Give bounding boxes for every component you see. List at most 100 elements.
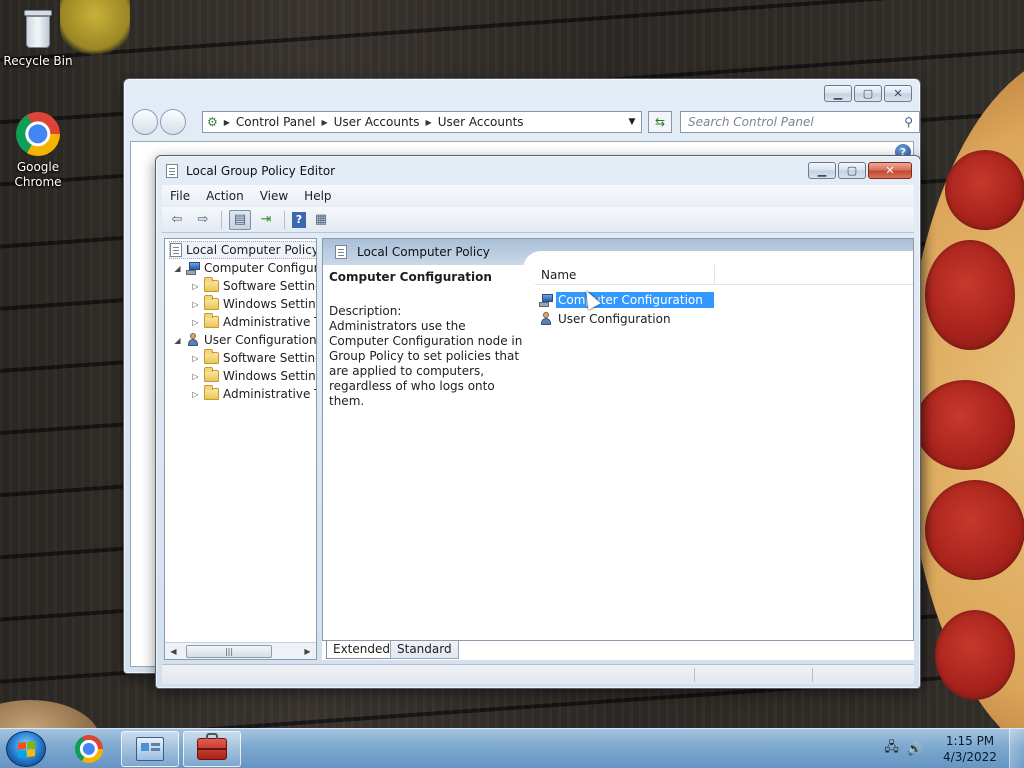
tree-item-local-computer-policy[interactable]: Local Computer Policy — [169, 241, 317, 259]
horizontal-scrollbar[interactable]: ◀ ||| ▶ — [165, 642, 316, 659]
taskbar-chrome-button[interactable] — [60, 731, 118, 767]
tree-item-software-settings[interactable]: ▷ Software Settings — [191, 277, 316, 295]
window-controls: ▁ ▢ ✕ — [808, 162, 912, 179]
export-list-icon[interactable]: ⇥ — [255, 210, 277, 230]
title-bar: Local Group Policy Editor — [166, 164, 335, 178]
close-button[interactable]: ✕ — [884, 85, 912, 102]
forward-button[interactable] — [160, 109, 186, 135]
pepperoni — [915, 380, 1015, 470]
search-placeholder: Search Control Panel — [688, 115, 814, 129]
taskbar-policy-editor-button[interactable] — [183, 731, 241, 767]
toolbar: ⇦ ⇨ ▤ ⇥ ? ▦ — [162, 207, 914, 233]
details-pane: Local Computer Policy Computer Configura… — [322, 238, 914, 660]
forward-arrow-icon[interactable]: ⇨ — [192, 210, 214, 230]
list-item-computer-configuration[interactable]: Computer Configuration — [539, 291, 714, 309]
tab-standard[interactable]: Standard — [390, 641, 459, 659]
clock[interactable]: 1:15 PM 4/3/2022 — [931, 733, 1009, 765]
refresh-button[interactable]: ⇆ — [648, 111, 672, 133]
address-dropdown-icon[interactable]: ▼ — [623, 117, 641, 127]
windows-logo-icon — [17, 740, 35, 758]
list-item-user-configuration[interactable]: User Configuration — [539, 310, 673, 328]
show-hide-console-tree-icon[interactable]: ▤ — [229, 209, 251, 230]
user-icon — [186, 333, 200, 347]
menu-help[interactable]: Help — [296, 189, 339, 203]
clock-date: 4/3/2022 — [943, 750, 997, 764]
expand-arrow-icon[interactable]: ▷ — [191, 282, 200, 291]
expand-arrow-icon[interactable]: ▷ — [191, 300, 200, 309]
google-chrome-shortcut[interactable]: Google Chrome — [0, 112, 76, 190]
folder-icon — [204, 349, 219, 364]
breadcrumb-user-accounts[interactable]: User Accounts — [334, 115, 420, 129]
folder-icon — [204, 367, 219, 382]
expand-arrow-icon[interactable]: ▷ — [191, 390, 200, 399]
minimize-button[interactable]: ▁ — [808, 162, 836, 179]
show-action-pane-icon[interactable]: ▦ — [310, 210, 332, 230]
status-divider — [694, 668, 695, 682]
tree-label: User Configuration — [204, 333, 317, 347]
tree-label: Administrative Te — [223, 387, 317, 401]
folder-icon — [204, 313, 219, 328]
start-button[interactable] — [6, 731, 46, 767]
maximize-button[interactable]: ▢ — [838, 162, 866, 179]
user-icon — [539, 312, 553, 326]
menu-action[interactable]: Action — [198, 189, 252, 203]
close-button[interactable]: ✕ — [868, 162, 912, 179]
toolbar-separator — [284, 210, 285, 229]
volume-icon[interactable]: 🔊 — [907, 742, 923, 757]
tab-extended[interactable]: Extended — [326, 641, 397, 659]
menu-file[interactable]: File — [162, 189, 198, 203]
policy-editor-icon — [166, 164, 178, 178]
pepperoni — [925, 480, 1024, 580]
recycle-bin-shortcut[interactable]: Recycle Bin — [0, 6, 76, 69]
help-icon[interactable]: ? — [292, 211, 306, 228]
search-input[interactable]: Search Control Panel ⚲ — [680, 111, 920, 133]
back-button[interactable] — [132, 109, 158, 135]
collapse-arrow-icon[interactable]: ◢ — [173, 336, 182, 345]
toolbox-icon — [197, 733, 227, 760]
breadcrumb-user-accounts-2[interactable]: User Accounts — [438, 115, 524, 129]
tree-item-user-administrative-templates[interactable]: ▷ Administrative Te — [191, 385, 317, 403]
tree-item-administrative-templates[interactable]: ▷ Administrative Te — [191, 313, 316, 331]
tree-item-windows-settings[interactable]: ▷ Windows Setting — [191, 295, 316, 313]
taskbar-control-panel-button[interactable] — [121, 731, 179, 767]
pepperoni — [925, 240, 1015, 350]
scrollbar-thumb[interactable]: ||| — [186, 644, 272, 658]
tree-item-user-software-settings[interactable]: ▷ Software Settings — [191, 349, 316, 367]
minimize-button[interactable]: ▁ — [824, 85, 852, 102]
address-bar[interactable]: ⚙ ▶ Control Panel ▶ User Accounts ▶ User… — [202, 111, 642, 133]
back-arrow-icon[interactable]: ⇦ — [166, 210, 188, 230]
maximize-button[interactable]: ▢ — [854, 85, 882, 102]
expand-arrow-icon[interactable]: ▷ — [191, 372, 200, 381]
control-panel-icon — [136, 737, 164, 761]
scroll-left-icon[interactable]: ◀ — [165, 647, 182, 656]
breadcrumb-control-panel[interactable]: Control Panel — [236, 115, 316, 129]
computer-icon — [186, 261, 200, 275]
group-policy-editor-window[interactable]: Local Group Policy Editor ▁ ▢ ✕ File Act… — [155, 155, 921, 689]
folder-icon — [204, 385, 219, 400]
column-header-name[interactable]: Name — [535, 264, 715, 285]
breadcrumb-arrow-icon: ▶ — [425, 117, 432, 127]
console-tree[interactable]: Local Computer Policy ◢ Computer Configu… — [164, 238, 317, 660]
collapse-arrow-icon[interactable]: ◢ — [173, 264, 182, 273]
tree-item-computer-configuration[interactable]: ◢ Computer Configura — [173, 259, 316, 277]
tree-item-user-windows-settings[interactable]: ▷ Windows Setting — [191, 367, 317, 385]
system-tray: 🖧 🔊 1:15 PM 4/3/2022 — [884, 729, 1024, 768]
network-icon[interactable]: 🖧 — [884, 738, 899, 760]
tree-label: Local Computer Policy — [186, 243, 317, 257]
search-icon[interactable]: ⚲ — [904, 115, 913, 129]
tree-item-user-configuration[interactable]: ◢ User Configuration — [173, 331, 317, 349]
recycle-bin-icon — [22, 6, 54, 50]
control-panel-icon: ⚙ — [207, 115, 218, 129]
expand-arrow-icon[interactable]: ▷ — [191, 318, 200, 327]
show-desktop-button[interactable] — [1009, 729, 1024, 768]
list-item-label: User Configuration — [558, 312, 671, 326]
pepperoni — [945, 150, 1024, 230]
expand-arrow-icon[interactable]: ▷ — [191, 354, 200, 363]
menu-view[interactable]: View — [252, 189, 296, 203]
description-text: Administrators use the Computer Configur… — [329, 319, 523, 408]
recycle-bin-label: Recycle Bin — [3, 54, 73, 68]
tree-label: Windows Setting — [223, 369, 317, 383]
scroll-right-icon[interactable]: ▶ — [299, 647, 316, 656]
policy-document-icon — [170, 243, 182, 257]
policy-document-icon — [335, 245, 347, 259]
